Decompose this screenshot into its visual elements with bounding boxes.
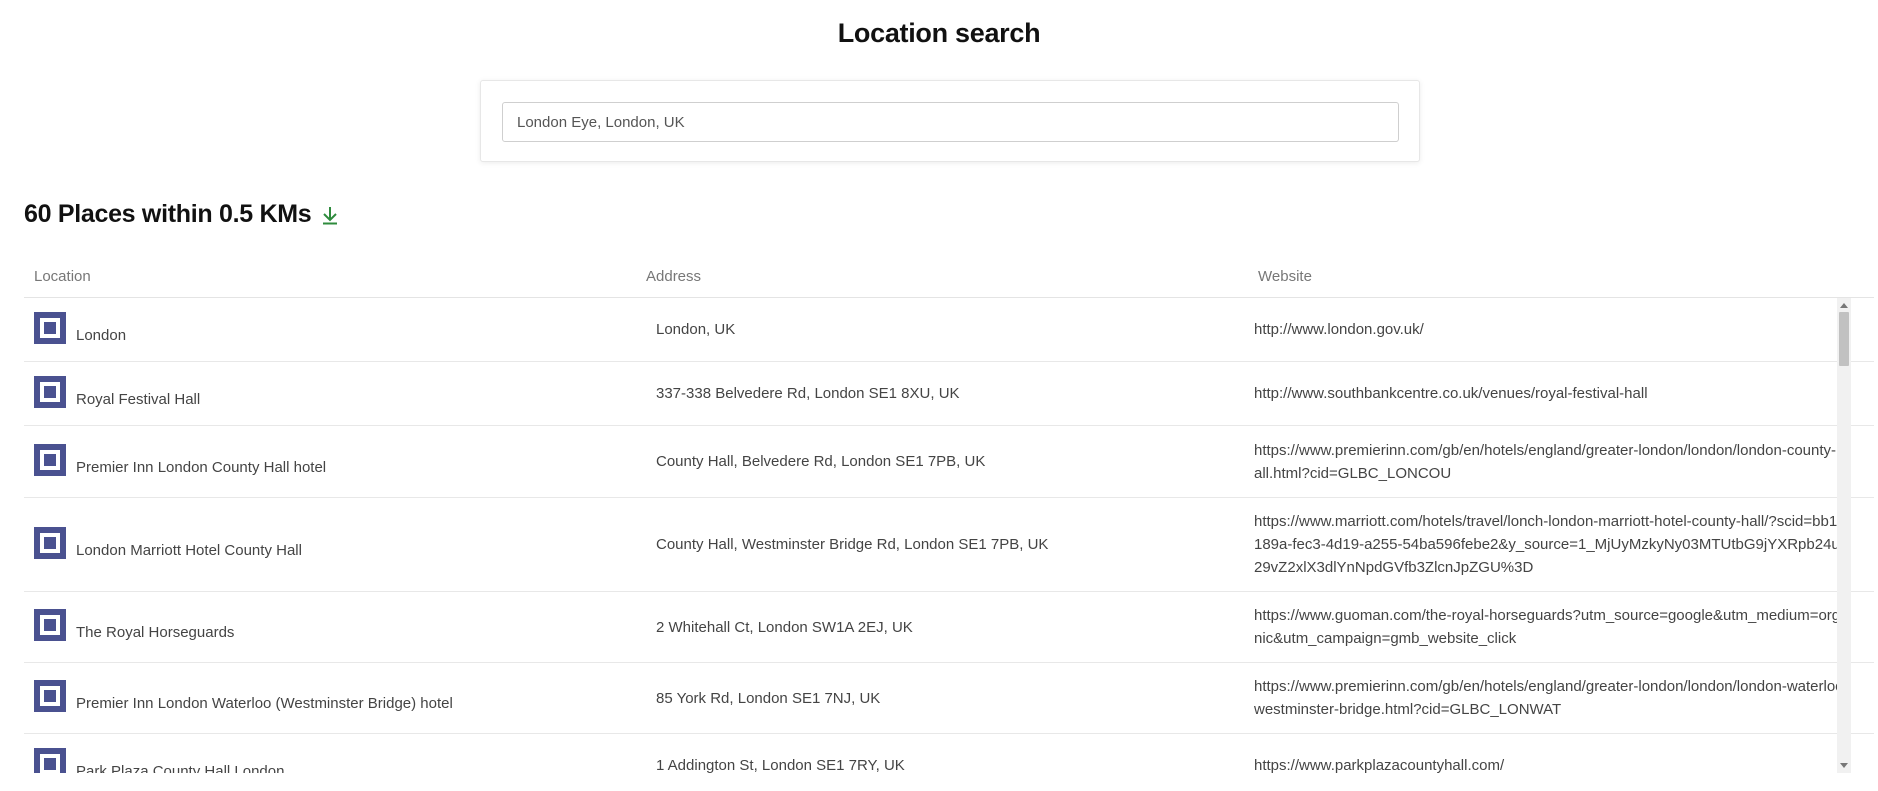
location-cell: Premier Inn London Waterloo (Westminster… xyxy=(24,680,636,714)
table-row[interactable]: Royal Festival Hall 337-338 Belvedere Rd… xyxy=(24,362,1874,426)
website-link[interactable]: https://www.premierinn.com/gb/en/hotels/… xyxy=(1248,439,1850,485)
website-link[interactable]: https://www.guoman.com/the-royal-horsegu… xyxy=(1248,604,1850,650)
scroll-down-arrow-icon[interactable] xyxy=(1840,763,1848,768)
place-square-icon xyxy=(34,443,66,476)
address-cell: 85 York Rd, London SE1 7NJ, UK xyxy=(656,689,881,707)
location-cell: London Marriott Hotel County Hall xyxy=(24,526,636,561)
table-row[interactable]: London Marriott Hotel County Hall County… xyxy=(24,498,1874,592)
search-card xyxy=(480,80,1420,162)
place-square-icon xyxy=(34,375,66,408)
column-header-location[interactable]: Location xyxy=(24,268,636,285)
table-scrollbar[interactable] xyxy=(1837,298,1851,773)
place-square-icon xyxy=(34,311,66,344)
table-row[interactable]: Premier Inn London County Hall hotel Cou… xyxy=(24,426,1874,498)
table-row[interactable]: London London, UK http://www.london.gov.… xyxy=(24,298,1874,362)
address-cell: 2 Whitehall Ct, London SW1A 2EJ, UK xyxy=(656,618,913,636)
location-name: Premier Inn London County Hall hotel xyxy=(76,458,327,476)
results-count-title: 60 Places within 0.5 KMs xyxy=(24,200,312,228)
scroll-up-arrow-icon[interactable] xyxy=(1840,303,1848,308)
places-table: Location Address Website London London, … xyxy=(24,255,1874,773)
website-link[interactable]: https://www.parkplazacountyhall.com/ xyxy=(1248,754,1850,773)
address-cell: 1 Addington St, London SE1 7RY, UK xyxy=(656,757,905,773)
address-cell: County Hall, Belvedere Rd, London SE1 7P… xyxy=(656,453,986,470)
table-row[interactable]: Premier Inn London Waterloo (Westminster… xyxy=(24,663,1874,734)
location-name: Premier Inn London Waterloo (Westminster… xyxy=(76,695,453,712)
location-name: Park Plaza County Hall London xyxy=(76,762,285,774)
table-row[interactable]: Park Plaza County Hall London 1 Addingto… xyxy=(24,734,1874,773)
website-link[interactable]: http://www.southbankcentre.co.uk/venues/… xyxy=(1248,382,1850,405)
column-header-website[interactable]: Website xyxy=(1248,268,1850,285)
address-cell: London, UK xyxy=(656,321,736,338)
table-header: Location Address Website xyxy=(24,255,1874,298)
location-name: London Marriott Hotel County Hall xyxy=(76,541,302,559)
search-input[interactable] xyxy=(502,102,1399,142)
column-header-address[interactable]: Address xyxy=(636,268,1248,285)
address-cell: 337-338 Belvedere Rd, London SE1 8XU, UK xyxy=(656,385,960,402)
location-cell: London xyxy=(24,311,636,346)
table-body: London London, UK http://www.london.gov.… xyxy=(24,298,1874,773)
download-icon[interactable] xyxy=(319,204,341,226)
place-square-icon xyxy=(34,526,66,559)
website-link[interactable]: http://www.london.gov.uk/ xyxy=(1248,318,1850,341)
table-row[interactable]: The Royal Horseguards 2 Whitehall Ct, Lo… xyxy=(24,592,1874,663)
location-cell: Premier Inn London County Hall hotel xyxy=(24,443,636,478)
address-cell: County Hall, Westminster Bridge Rd, Lond… xyxy=(656,536,1049,553)
website-link[interactable]: https://www.premierinn.com/gb/en/hotels/… xyxy=(1248,675,1850,721)
results-heading: 60 Places within 0.5 KMs xyxy=(24,200,341,229)
location-cell: Royal Festival Hall xyxy=(24,375,636,410)
place-square-icon xyxy=(34,747,66,773)
location-name: Royal Festival Hall xyxy=(76,390,201,408)
location-cell: The Royal Horseguards xyxy=(24,609,636,643)
location-cell: Park Plaza County Hall London xyxy=(24,747,636,774)
website-link[interactable]: https://www.marriott.com/hotels/travel/l… xyxy=(1248,510,1850,579)
location-name: London xyxy=(76,326,127,344)
page-title: Location search xyxy=(837,18,1041,48)
place-square-icon xyxy=(34,680,66,712)
place-square-icon xyxy=(34,609,66,641)
location-name: The Royal Horseguards xyxy=(76,624,235,641)
scrollbar-thumb[interactable] xyxy=(1839,312,1849,366)
